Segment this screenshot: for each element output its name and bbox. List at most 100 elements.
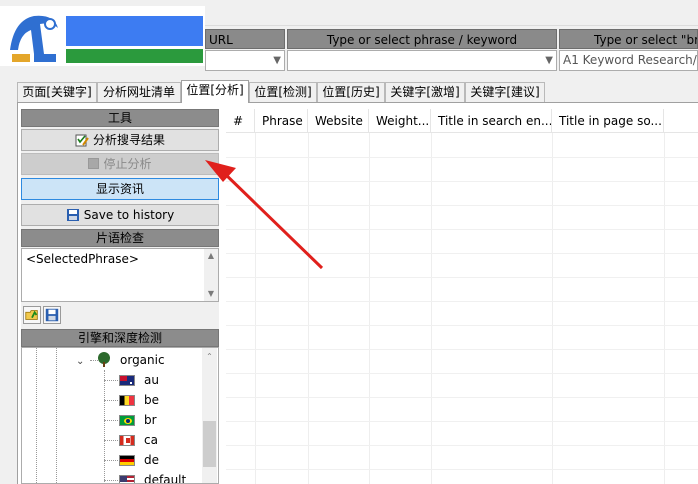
phrase-check-header: 片语检查 xyxy=(21,229,219,247)
save-to-history-button[interactable]: Save to history xyxy=(21,204,219,226)
tools-header: 工具 xyxy=(21,109,219,127)
col-header-title-page[interactable]: Title in page so... xyxy=(552,109,664,133)
tab-position-check[interactable]: 位置[检测] xyxy=(249,82,317,102)
tree-guide-line xyxy=(104,460,118,461)
tree-item-de[interactable]: de xyxy=(104,450,214,470)
engine-tree: ⌄ organic au be br ca de default ⌃ xyxy=(21,347,219,484)
col-header-index[interactable]: # xyxy=(226,109,255,133)
chevron-down-icon[interactable]: ▼ xyxy=(545,51,553,70)
grid-row-line xyxy=(226,301,698,302)
flag-default-icon xyxy=(119,475,135,483)
grid-column-line xyxy=(369,133,370,484)
tree-item-label: default xyxy=(144,473,187,484)
scroll-up-icon[interactable]: ▲ xyxy=(204,249,218,263)
chevron-down-icon[interactable]: ▼ xyxy=(273,51,281,70)
grid-column-line xyxy=(308,133,309,484)
stop-analysis-button[interactable]: 停止分析 xyxy=(21,153,219,175)
tree-item-be[interactable]: be xyxy=(104,390,214,410)
tree-item-ca[interactable]: ca xyxy=(104,430,214,450)
tree-guide-line xyxy=(36,348,37,483)
tab-keyword-surge[interactable]: 关键字[激增] xyxy=(385,82,465,102)
grid-row-line xyxy=(226,205,698,206)
flag-ca-icon xyxy=(119,435,135,446)
col-header-weight[interactable]: Weight... xyxy=(369,109,431,133)
phrase-scrollbar[interactable]: ▲ ▼ xyxy=(204,249,218,301)
grid-row-line xyxy=(226,325,698,326)
tree-item-label: au xyxy=(144,373,159,387)
tree-guide-line xyxy=(56,348,57,483)
tab-analyze-url-list[interactable]: 分析网址清单 xyxy=(97,82,181,102)
tree-guide-line xyxy=(104,400,118,401)
col-header-website[interactable]: Website xyxy=(308,109,369,133)
tree-item-label: organic xyxy=(120,353,165,367)
flag-br-icon xyxy=(119,415,135,426)
floppy-disk-icon[interactable] xyxy=(43,306,61,324)
tab-position-analysis[interactable]: 位置[分析] xyxy=(181,80,249,103)
tree-item-label: de xyxy=(144,453,159,467)
grid-row-line xyxy=(226,229,698,230)
app-logo xyxy=(0,6,205,66)
stop-square-icon xyxy=(88,158,100,169)
phrase-check-textarea[interactable]: <SelectedPhrase> ▲ ▼ xyxy=(21,248,219,302)
analyze-results-label: 分析搜寻结果 xyxy=(92,133,165,147)
tree-guide-line xyxy=(104,480,118,481)
tab-page-keywords[interactable]: 页面[关键字] xyxy=(17,82,97,102)
show-info-label: 显示资讯 xyxy=(95,182,144,196)
grid-row-line xyxy=(226,445,698,446)
logo-blue-bar xyxy=(66,16,203,46)
grid-row-line xyxy=(226,349,698,350)
open-folder-icon[interactable] xyxy=(23,306,41,324)
engine-depth-header: 引擎和深度检测 xyxy=(21,329,219,347)
browser-combo[interactable]: A1 Keyword Research/9 xyxy=(559,50,698,71)
phrase-combo[interactable]: ▼ xyxy=(287,50,557,71)
grid-row-line xyxy=(226,157,698,158)
col-header-phrase[interactable]: Phrase xyxy=(255,109,308,133)
tree-item-label: br xyxy=(144,413,157,427)
grid-row-line xyxy=(226,397,698,398)
grid-column-line xyxy=(431,133,432,484)
grid-row-line xyxy=(226,277,698,278)
url-combo[interactable]: ▼ xyxy=(205,50,285,71)
app-window: URL ▼ Type or select phrase / keyword ▼ … xyxy=(0,0,698,484)
scroll-thumb[interactable] xyxy=(203,421,216,467)
save-history-icon xyxy=(66,209,79,221)
tree-item-default[interactable]: default xyxy=(104,470,214,484)
scroll-down-icon[interactable]: ▼ xyxy=(204,287,218,301)
tree-item-organic[interactable]: ⌄ organic xyxy=(76,350,165,372)
grid-row-line xyxy=(226,469,698,470)
tree-item-br[interactable]: br xyxy=(104,410,214,430)
tree-item-label: ca xyxy=(144,433,158,447)
stop-analysis-label: 停止分析 xyxy=(103,157,152,171)
grid-row-line xyxy=(226,373,698,374)
grid-column-line xyxy=(255,133,256,484)
tree-item-au[interactable]: au xyxy=(104,370,214,390)
logo-green-bar xyxy=(66,49,203,63)
flag-de-icon xyxy=(119,455,135,466)
browser-column-label: Type or select "bro xyxy=(559,29,698,49)
tab-keyword-suggest[interactable]: 关键字[建议] xyxy=(465,82,545,102)
flag-au-icon xyxy=(119,375,135,386)
tree-guide-line xyxy=(104,380,118,381)
results-grid: # Phrase Website Weight... Title in sear… xyxy=(226,109,698,484)
grid-row-line xyxy=(226,181,698,182)
tree-guide-line xyxy=(104,440,118,441)
grid-header: # Phrase Website Weight... Title in sear… xyxy=(226,109,698,133)
show-info-button[interactable]: 显示资讯 xyxy=(21,178,219,200)
url-column-label: URL xyxy=(205,29,285,49)
tab-position-history[interactable]: 位置[历史] xyxy=(317,82,385,102)
tree-icon xyxy=(98,352,110,367)
scroll-up-icon[interactable]: ⌃ xyxy=(202,350,217,364)
col-header-title-search[interactable]: Title in search en... xyxy=(431,109,552,133)
grid-row-line xyxy=(226,253,698,254)
phrase-column-label: Type or select phrase / keyword xyxy=(287,29,557,49)
left-panel: 工具 分析搜寻结果 停止分析 显示资讯 Save to history 片语检查… xyxy=(21,109,219,484)
phrase-toolbar xyxy=(21,304,219,326)
chevron-down-icon[interactable]: ⌄ xyxy=(76,352,90,372)
browser-combo-value: A1 Keyword Research/9 xyxy=(563,53,698,67)
tree-scrollbar[interactable]: ⌃ xyxy=(202,348,217,483)
tab-bar: 页面[关键字] 分析网址清单 位置[分析] 位置[检测] 位置[历史] 关键字[… xyxy=(17,80,698,103)
grid-column-line xyxy=(664,133,665,484)
edit-check-icon xyxy=(75,134,89,147)
analyze-results-button[interactable]: 分析搜寻结果 xyxy=(21,129,219,151)
phrase-check-text: <SelectedPhrase> xyxy=(26,252,139,266)
